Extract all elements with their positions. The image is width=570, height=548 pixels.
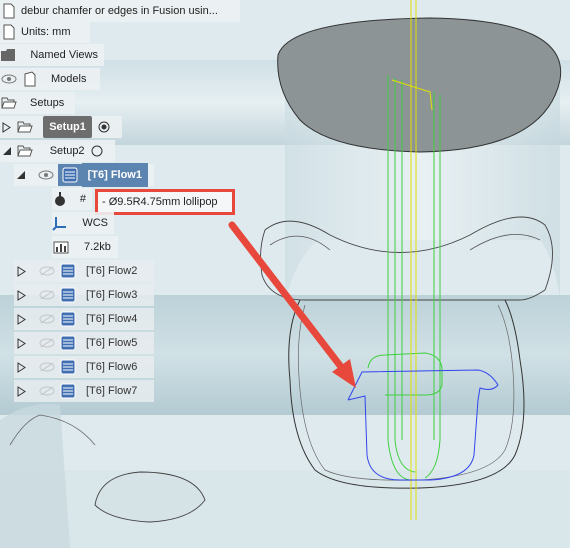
flow3-label: [T6] Flow3 (86, 289, 138, 301)
folder-open-icon (0, 94, 18, 112)
flow4-label: [T6] Flow4 (86, 313, 138, 325)
units-row[interactable]: Units: mm (0, 21, 90, 43)
tool-icon (52, 190, 67, 208)
eye-hidden-icon[interactable] (38, 262, 56, 280)
setup-radio-icon[interactable] (89, 142, 106, 160)
named-views-row[interactable]: Named Views (0, 44, 104, 66)
model-icon (21, 70, 39, 88)
flow-operation-icon (59, 382, 77, 400)
flow-operation-icon (59, 310, 77, 328)
stats-icon (52, 238, 70, 256)
expand-arrow-icon[interactable] (14, 360, 28, 374)
size-row[interactable]: 7.2kb (52, 236, 118, 258)
folder-open-icon (16, 118, 33, 136)
left-cylinder (0, 404, 70, 548)
wcs-label: WCS (82, 217, 108, 229)
wcs-row[interactable]: WCS (52, 212, 114, 234)
flow6-row[interactable]: [T6] Flow6 (14, 356, 154, 378)
eye-icon[interactable] (38, 166, 56, 184)
size-label: 7.2kb (84, 241, 111, 253)
flow3-row[interactable]: [T6] Flow3 (14, 284, 154, 306)
setup1-label: Setup1 (43, 116, 92, 138)
models-row[interactable]: Models (0, 68, 100, 90)
flow-operation-icon (59, 262, 77, 280)
setup1-row[interactable]: Setup1 (0, 116, 122, 138)
flow-operation-icon (59, 334, 77, 352)
document-row[interactable]: debur chamfer or edges in Fusion usin... (0, 0, 240, 22)
named-views-label: Named Views (30, 49, 98, 61)
expand-arrow-icon[interactable] (14, 288, 28, 302)
expand-arrow-icon[interactable] (14, 264, 28, 278)
setups-label: Setups (30, 97, 65, 109)
collapse-arrow-icon[interactable] (14, 168, 28, 182)
flow7-row[interactable]: [T6] Flow7 (14, 380, 154, 402)
flow2-row[interactable]: [T6] Flow2 (14, 260, 154, 282)
collapse-arrow-icon[interactable] (0, 144, 14, 158)
flow4-row[interactable]: [T6] Flow4 (14, 308, 154, 330)
flow5-label: [T6] Flow5 (86, 337, 138, 349)
expand-arrow-icon[interactable] (0, 120, 13, 134)
folder-open-icon (17, 142, 34, 160)
eye-hidden-icon[interactable] (38, 358, 56, 376)
pipe-top-opening (277, 17, 562, 153)
flow-operation-icon (59, 286, 77, 304)
tool-callout-box[interactable]: - Ø9.5R4.75mm lollipop (95, 189, 235, 215)
flow5-row[interactable]: [T6] Flow5 (14, 332, 154, 354)
eye-hidden-icon[interactable] (38, 286, 56, 304)
flow2-label: [T6] Flow2 (86, 265, 138, 277)
active-setup-radio-icon[interactable] (96, 118, 113, 136)
models-label: Models (51, 73, 87, 85)
flow-operation-icon (58, 164, 82, 186)
flow1-row[interactable]: [T6] Flow1 (14, 163, 154, 187)
setup2-label: Setup2 (49, 145, 85, 157)
eye-hidden-icon[interactable] (38, 310, 56, 328)
expand-arrow-icon[interactable] (14, 312, 28, 326)
eye-hidden-icon[interactable] (38, 382, 56, 400)
document-icon (0, 2, 18, 20)
flow6-label: [T6] Flow6 (86, 361, 138, 373)
expand-arrow-icon[interactable] (14, 336, 28, 350)
flow-operation-icon (59, 358, 77, 376)
setups-row[interactable]: Setups (0, 92, 75, 114)
axis-icon (52, 214, 69, 232)
tool-hash: # (79, 193, 86, 205)
document-title: debur chamfer or edges in Fusion usin... (21, 5, 218, 17)
folder-icon (0, 46, 16, 64)
bottom-band (0, 470, 570, 548)
expand-arrow-icon[interactable] (14, 384, 28, 398)
tool-row-prefix[interactable]: # (52, 188, 92, 210)
flow7-label: [T6] Flow7 (86, 385, 138, 397)
flow1-label: [T6] Flow1 (81, 163, 148, 187)
setup2-row[interactable]: Setup2 (0, 140, 115, 162)
eye-hidden-icon[interactable] (38, 334, 56, 352)
tool-label: - Ø9.5R4.75mm lollipop (102, 196, 218, 208)
eye-icon[interactable] (0, 70, 18, 88)
units-label: Units: mm (21, 26, 71, 38)
ruler-icon (0, 23, 18, 41)
